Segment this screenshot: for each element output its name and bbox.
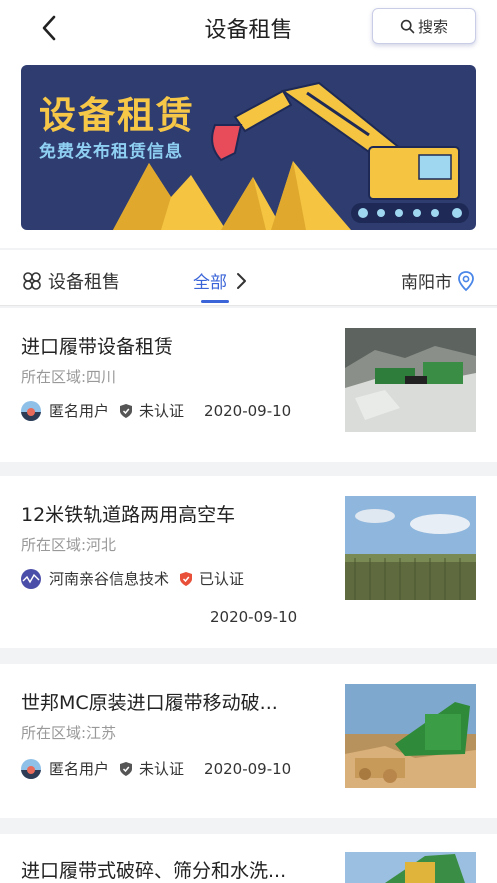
item-date: 2020-09-10 bbox=[210, 608, 298, 626]
item-user-name: 匿名用户 bbox=[49, 402, 110, 420]
item-region: 所在区域:四川 bbox=[21, 368, 117, 386]
item-user-row: 匿名用户 未认证 2020-09-10 bbox=[21, 400, 291, 421]
item-date: 2020-09-10 bbox=[204, 759, 292, 778]
item-thumbnail bbox=[345, 496, 476, 600]
cert-status: 未认证 bbox=[139, 760, 185, 778]
item-title: 12米铁轨道路两用高空车 bbox=[21, 504, 236, 526]
item-user-row: 河南亲谷信息技术 已认证 bbox=[21, 568, 244, 589]
active-tab-indicator bbox=[201, 300, 229, 303]
shield-icon bbox=[120, 761, 133, 776]
item-thumbnail bbox=[345, 852, 476, 883]
list-item[interactable]: 12米铁轨道路两用高空车 所在区域:河北 河南亲谷信息技术 已认证 2020-0… bbox=[0, 476, 497, 648]
top-bar: 设备租售 搜索 bbox=[0, 0, 497, 58]
avatar bbox=[21, 400, 41, 421]
search-label: 搜索 bbox=[417, 17, 448, 36]
search-button[interactable]: 搜索 bbox=[372, 8, 476, 44]
list-item[interactable]: 进口履带式破碎、筛分和水洗... bbox=[0, 834, 497, 883]
city-label: 南阳市 bbox=[401, 273, 452, 293]
cert-status: 已认证 bbox=[199, 570, 245, 588]
item-title: 世邦MC原装进口履带移动破... bbox=[21, 692, 278, 714]
list-item[interactable]: 进口履带设备租赁 所在区域:四川 匿名用户 未认证 2020-09-10 bbox=[0, 308, 497, 462]
all-filter[interactable]: 全部 bbox=[193, 268, 247, 293]
list-item[interactable]: 世邦MC原装进口履带移动破... 所在区域:江苏 匿名用户 未认证 2020-0… bbox=[0, 664, 497, 818]
item-region: 所在区域:河北 bbox=[21, 536, 117, 554]
chevron-right-icon bbox=[237, 272, 246, 289]
filter-bar: 设备租售 全部 南阳市 bbox=[0, 250, 497, 306]
item-thumbnail bbox=[345, 328, 476, 432]
clover-grid-icon bbox=[23, 272, 41, 290]
location-pin-icon bbox=[458, 270, 474, 291]
avatar bbox=[21, 568, 41, 589]
banner-area: 设备租赁 免费发布租赁信息 bbox=[0, 58, 497, 248]
avatar bbox=[21, 758, 41, 779]
item-thumbnail bbox=[345, 684, 476, 788]
item-title: 进口履带设备租赁 bbox=[21, 336, 174, 358]
item-title: 进口履带式破碎、筛分和水洗... bbox=[21, 860, 287, 882]
item-user-row: 匿名用户 未认证 2020-09-10 bbox=[21, 758, 291, 779]
shield-icon bbox=[180, 571, 193, 586]
item-region: 所在区域:江苏 bbox=[21, 724, 117, 742]
category-filter[interactable]: 设备租售 bbox=[22, 268, 120, 294]
item-user-name: 匿名用户 bbox=[49, 760, 110, 778]
item-date: 2020-09-10 bbox=[204, 401, 292, 420]
promo-banner[interactable]: 设备租赁 免费发布租赁信息 bbox=[21, 65, 476, 230]
item-user-name: 河南亲谷信息技术 bbox=[49, 570, 170, 588]
search-icon bbox=[400, 19, 415, 33]
shield-icon bbox=[120, 403, 133, 418]
category-label: 设备租售 bbox=[48, 272, 120, 293]
banner-subtitle: 免费发布租赁信息 bbox=[39, 142, 183, 162]
all-label: 全部 bbox=[193, 273, 227, 293]
cert-status: 未认证 bbox=[139, 402, 185, 420]
banner-title: 设备租赁 bbox=[39, 94, 195, 137]
city-filter[interactable]: 南阳市 bbox=[401, 268, 476, 293]
